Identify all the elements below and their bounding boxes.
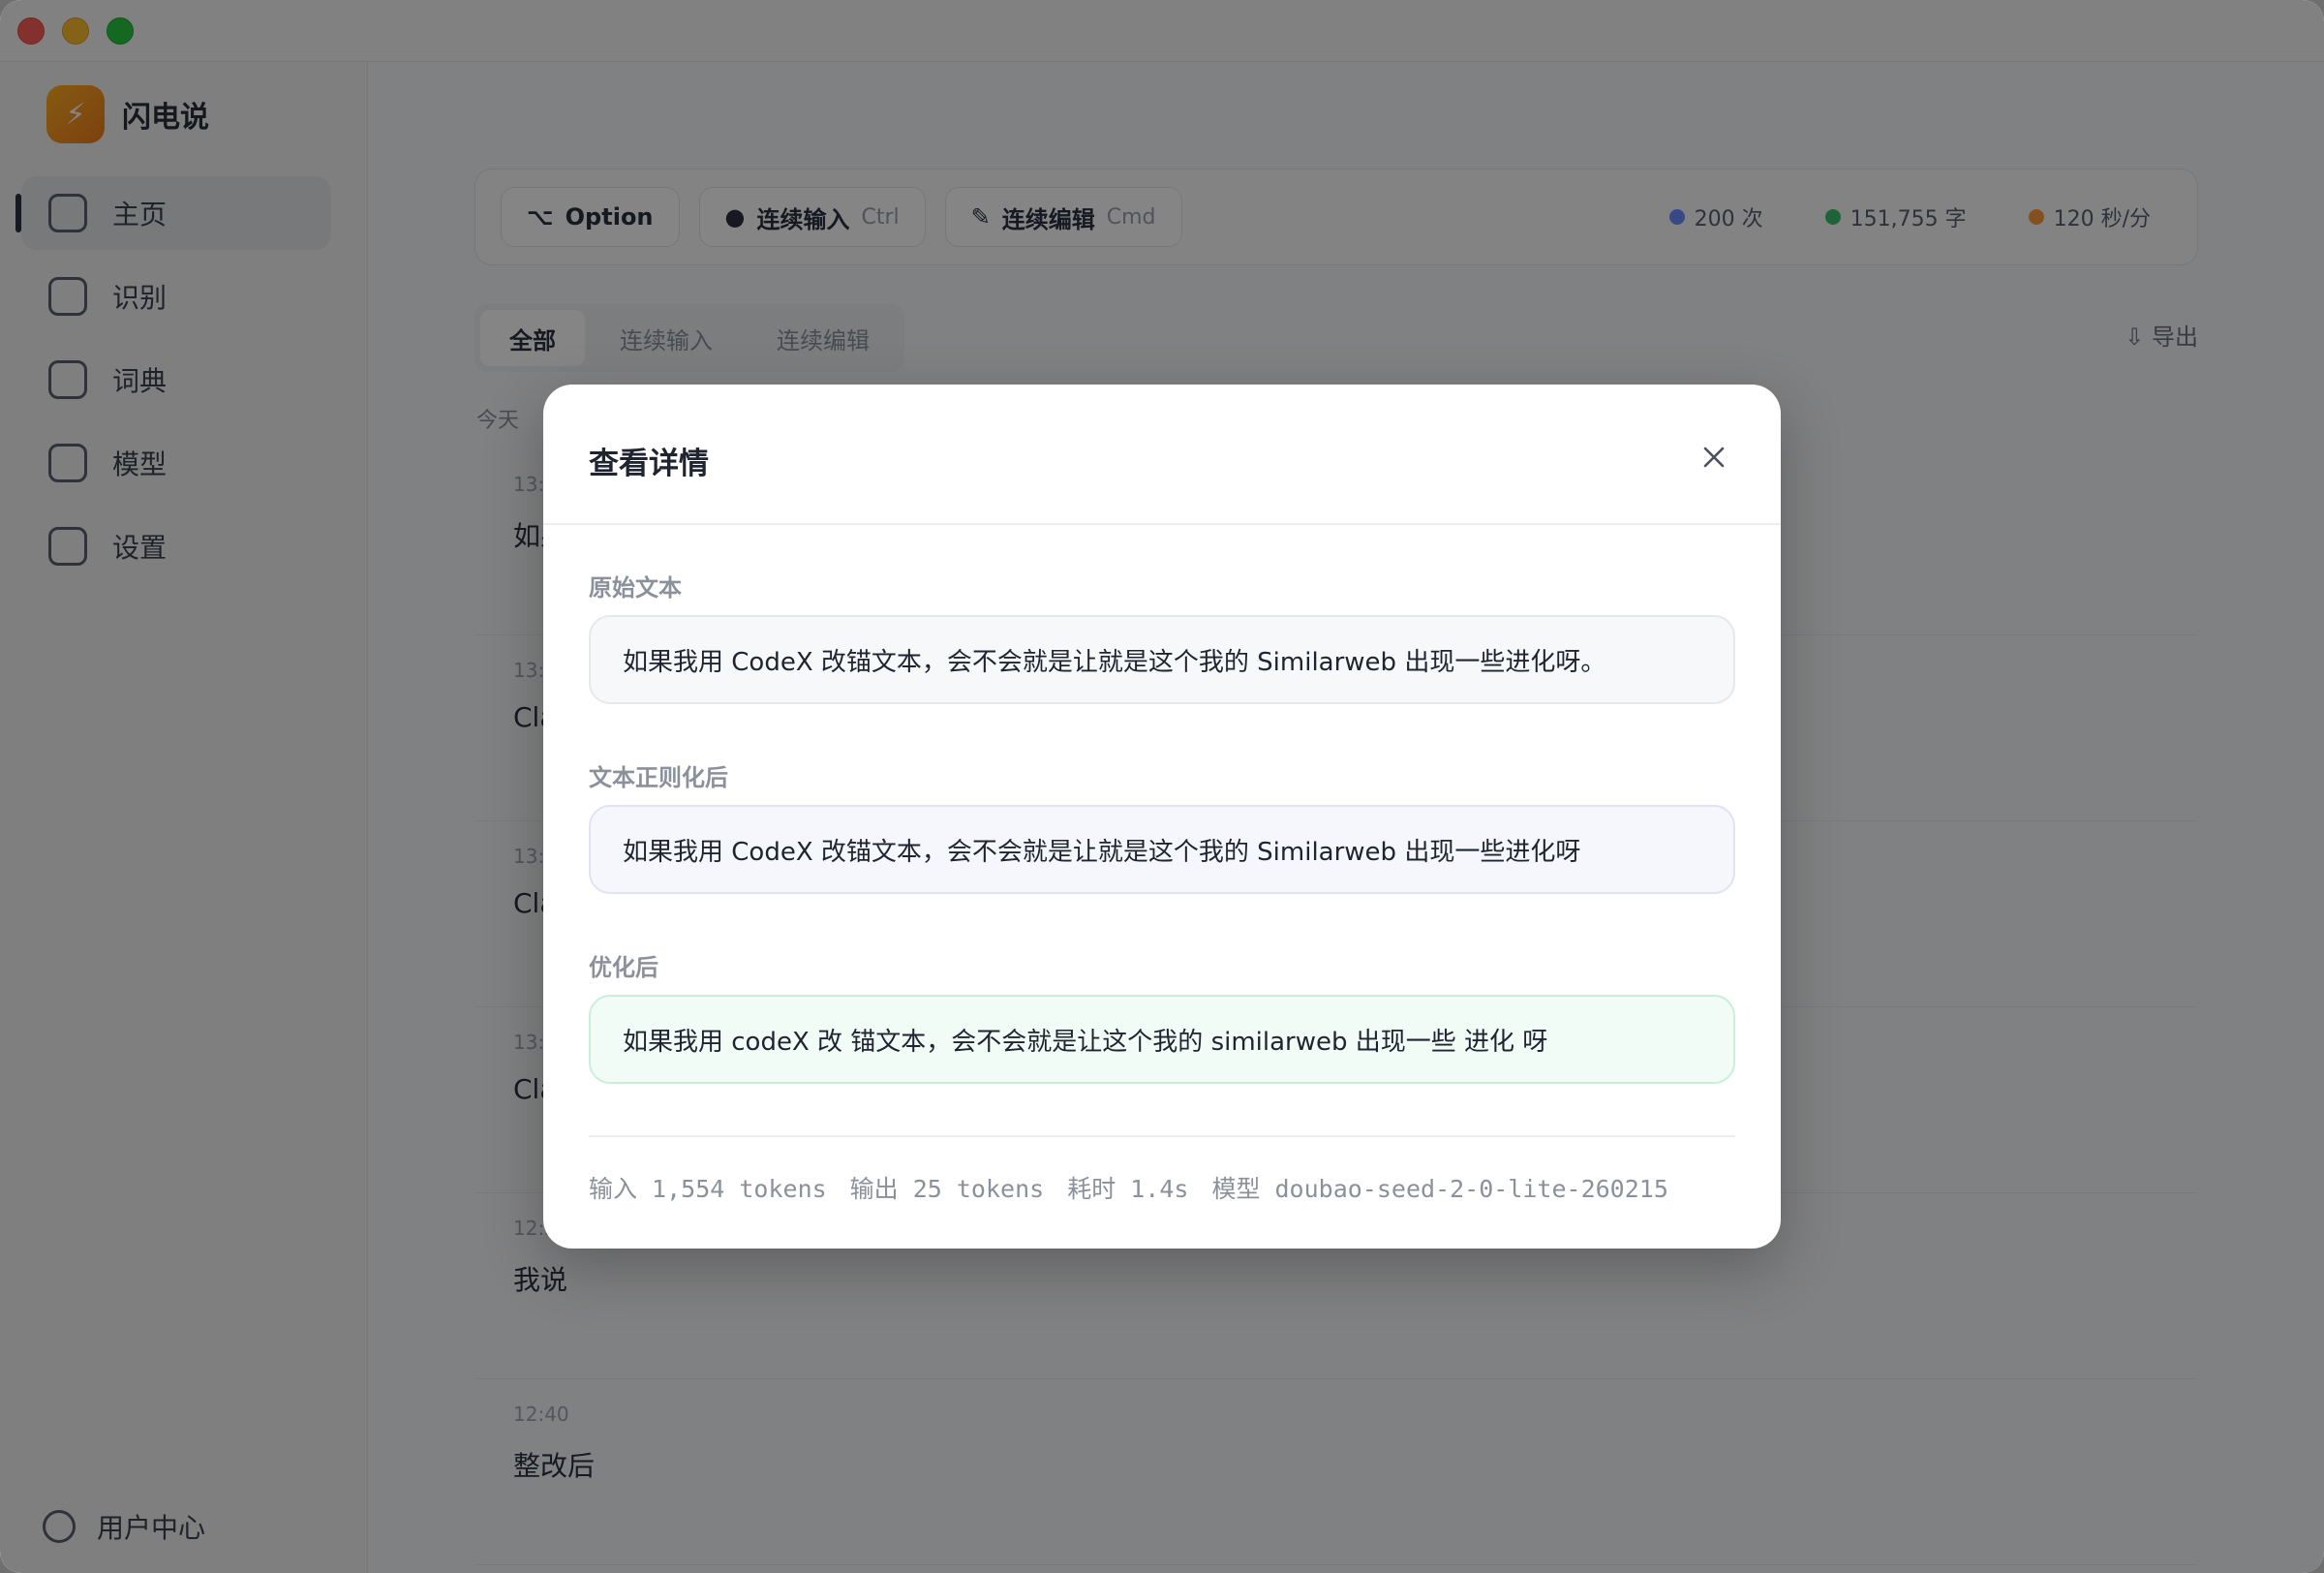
input-tokens: 输入 1,554 tokens xyxy=(589,1175,827,1203)
modal-body: 原始文本 如果我用 CodeX 改锚文本，会不会就是让就是这个我的 Simila… xyxy=(589,569,1735,1084)
optimized-text-box: 如果我用 codeX 改 锚文本，会不会就是让这个我的 similarweb 出… xyxy=(589,995,1735,1084)
modal-title: 查看详情 xyxy=(589,447,709,481)
close-icon[interactable] xyxy=(1699,443,1728,472)
modal-footer-stats: 输入 1,554 tokens 输出 25 tokens 耗时 1.4s 模型 … xyxy=(589,1135,1735,1205)
optimized-text-label: 优化后 xyxy=(589,954,658,981)
model-name: 模型 doubao-seed-2-0-lite-260215 xyxy=(1211,1175,1668,1203)
normalized-text-label: 文本正则化后 xyxy=(589,764,728,791)
output-tokens: 输出 25 tokens xyxy=(849,1175,1045,1203)
modal-header: 查看详情 xyxy=(543,385,1781,525)
normalized-text-box: 如果我用 CodeX 改锚文本，会不会就是让就是这个我的 Similarweb … xyxy=(589,805,1735,894)
duration: 耗时 1.4s xyxy=(1067,1175,1189,1203)
original-text-box: 如果我用 CodeX 改锚文本，会不会就是让就是这个我的 Similarweb … xyxy=(589,615,1735,704)
details-modal: 查看详情 原始文本 如果我用 CodeX 改锚文本，会不会就是让就是这个我的 S… xyxy=(543,385,1781,1249)
app-window: ⚡ 闪电说 主页 识别 词典 模型 设置 用户中心 ⌥ Option ● 连续输… xyxy=(0,0,2324,1573)
original-text-label: 原始文本 xyxy=(589,574,682,601)
